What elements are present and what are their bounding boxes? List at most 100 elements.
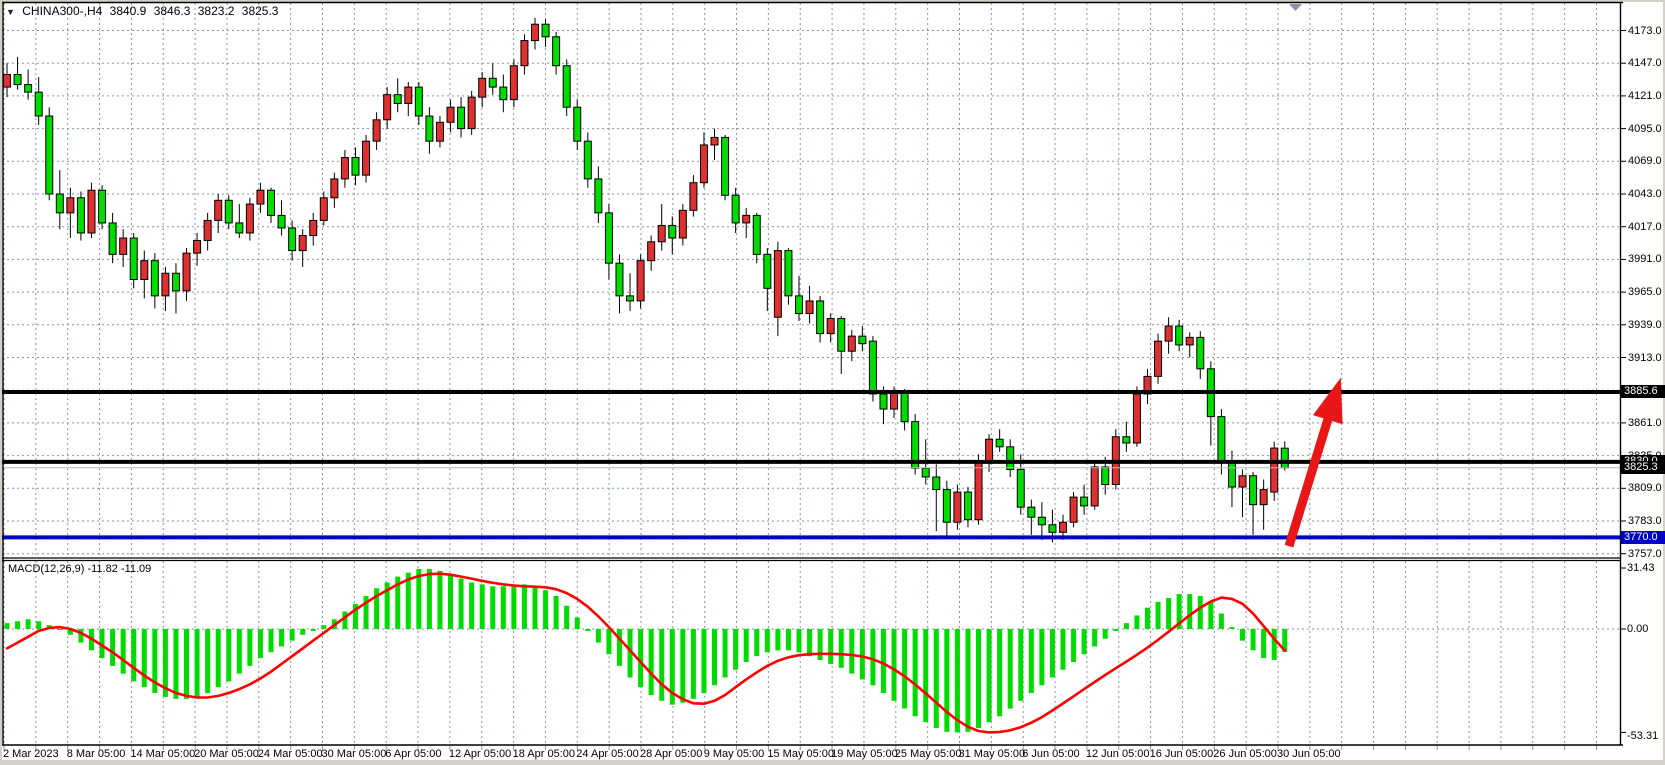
candle-body <box>1165 326 1172 341</box>
candle-body <box>669 225 676 238</box>
candle-body <box>1250 476 1257 505</box>
price-tick-label: 4095.0 <box>1628 123 1662 135</box>
candle-body <box>542 24 549 37</box>
candle-body <box>363 141 370 175</box>
price-tick-label: 3991.0 <box>1628 253 1662 265</box>
candle-body <box>99 190 106 223</box>
candle-body <box>943 490 950 523</box>
candle-body <box>479 78 486 97</box>
candle-body <box>46 116 53 194</box>
candle-body <box>690 183 697 211</box>
candle-body <box>510 66 517 100</box>
price-badge-3825.3: 3825.3 <box>1621 461 1665 474</box>
candle-body <box>289 228 296 251</box>
candle-body <box>796 296 803 314</box>
price-tick-label: 4121.0 <box>1628 90 1662 102</box>
candle-body <box>35 92 42 116</box>
time-tick-label: 28 Apr 05:00 <box>640 748 702 760</box>
candle-body <box>1228 462 1235 487</box>
candle-body <box>320 198 327 221</box>
candle-body <box>236 223 243 233</box>
candle-body <box>1133 394 1140 443</box>
candle-body <box>637 261 644 301</box>
candle-body <box>901 391 908 421</box>
candle-body <box>658 225 665 241</box>
price-badge-3770.0: 3770.0 <box>1621 531 1665 544</box>
time-tick-label: 12 Jun 05:00 <box>1086 748 1150 760</box>
candle-body <box>679 210 686 238</box>
time-tick-label: 16 Jun 05:00 <box>1150 748 1214 760</box>
time-tick-label: 9 May 05:00 <box>704 748 765 760</box>
candle-body <box>595 179 602 213</box>
candle-body <box>352 158 359 176</box>
candle-body <box>415 87 422 116</box>
candle-body <box>700 145 707 183</box>
macd-scale-zero: 0.00 <box>1627 623 1648 635</box>
candle-body <box>4 75 11 88</box>
candle-body <box>1260 490 1267 505</box>
time-tick-label: 30 Mar 05:00 <box>322 748 387 760</box>
time-tick-label: 8 Mar 05:00 <box>67 748 126 760</box>
candle-body <box>774 251 781 318</box>
candle-body <box>77 198 84 233</box>
candle-body <box>743 215 750 223</box>
candle-body <box>648 242 655 261</box>
candle-body <box>1281 448 1288 468</box>
macd-scale-top: 31.43 <box>1627 562 1655 574</box>
candle-body <box>384 95 391 120</box>
ohlc-high: 3846.3 <box>154 4 191 18</box>
candle-body <box>880 394 887 409</box>
candle-body <box>616 263 623 296</box>
candle-body <box>183 253 190 291</box>
candle-body <box>764 254 771 288</box>
candle-body <box>56 194 63 213</box>
candle-body <box>215 200 222 220</box>
candle-body <box>1091 467 1098 506</box>
candle-body <box>299 236 306 251</box>
time-tick-label: 2 Mar 2023 <box>3 748 59 760</box>
candle-body <box>162 273 169 296</box>
candle-body <box>1197 337 1204 368</box>
candle-body <box>1176 326 1183 345</box>
candle-body <box>1028 507 1035 517</box>
candle-body <box>964 492 971 520</box>
candle-body <box>436 122 443 141</box>
ohlc-close: 3825.3 <box>242 4 279 18</box>
candle-body <box>732 195 739 223</box>
candle-body <box>109 223 116 254</box>
candle-body <box>563 66 570 108</box>
symbol-period-label: CHINA300-,H4 <box>22 4 102 18</box>
time-tick-label: 30 Jun 05:00 <box>1277 748 1341 760</box>
candle-body <box>1049 525 1056 533</box>
candle-body <box>1123 437 1130 443</box>
price-tick-label: 3757.0 <box>1628 548 1662 560</box>
candle-body <box>975 462 982 520</box>
candle-body <box>1060 522 1067 532</box>
collapse-triangle-icon[interactable]: ▼ <box>6 7 15 17</box>
candle-body <box>584 141 591 179</box>
candle-body <box>574 107 581 141</box>
candle-body <box>1218 417 1225 462</box>
ohlc-open: 3840.9 <box>110 4 147 18</box>
candle-body <box>204 220 211 240</box>
candle-body <box>806 301 813 314</box>
candle-body <box>722 137 729 195</box>
candle-body <box>1070 497 1077 522</box>
price-tick-label: 4017.0 <box>1628 221 1662 233</box>
candle-body <box>141 261 148 280</box>
macd-scale-bottom: -53.31 <box>1627 730 1658 742</box>
candle-body <box>468 97 475 128</box>
candle-body <box>753 215 760 254</box>
time-tick-label: 20 Mar 05:00 <box>194 748 259 760</box>
chart-canvas[interactable] <box>0 0 1665 765</box>
candle-body <box>1102 467 1109 485</box>
candle-body <box>785 251 792 296</box>
ohlc-low: 3823.2 <box>198 4 235 18</box>
price-tick-label: 4069.0 <box>1628 155 1662 167</box>
candle-body <box>458 107 465 128</box>
candle-body <box>627 296 634 301</box>
price-tick-label: 3783.0 <box>1628 515 1662 527</box>
chart-info-bar: ▼ CHINA300-,H4 3840.9 3846.3 3823.2 3825… <box>6 4 282 18</box>
candle-body <box>605 213 612 263</box>
candle-body <box>532 24 539 40</box>
